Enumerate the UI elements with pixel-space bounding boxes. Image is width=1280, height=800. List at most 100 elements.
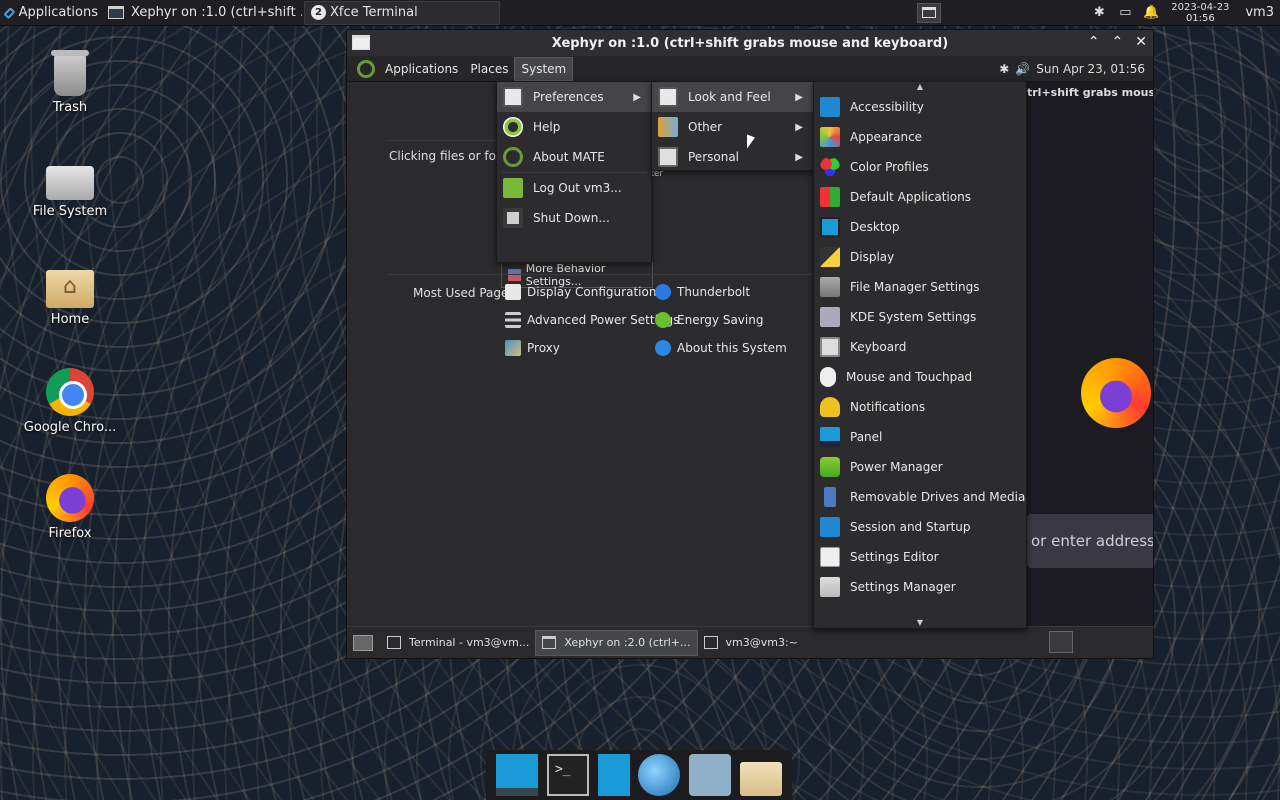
show-desktop-icon[interactable] bbox=[353, 634, 373, 651]
window-titlebar[interactable]: Xephyr on :1.0 (ctrl+shift grabs mouse a… bbox=[347, 30, 1153, 56]
menu-item-label: Mouse and Touchpad bbox=[846, 370, 973, 384]
taskbar-item-shell[interactable]: vm3@vm3:~ bbox=[698, 630, 804, 656]
link-energy-saving[interactable]: Energy Saving bbox=[655, 312, 763, 328]
top-panel: Applications Xephyr on :1.0 (ctrl+shift … bbox=[0, 0, 1280, 26]
desktop-icon-label: Home bbox=[50, 312, 90, 327]
logout-icon bbox=[503, 178, 523, 198]
menu-item-keyboard[interactable]: Keyboard bbox=[814, 332, 1026, 362]
menu-item-preferences[interactable]: Preferences ▶ bbox=[497, 82, 651, 112]
menu-item-label: Personal bbox=[688, 150, 740, 164]
settings-manager-icon bbox=[820, 577, 840, 597]
menu-item-other[interactable]: Other ▶ bbox=[652, 112, 813, 142]
menu-item-mouse-and-touchpad[interactable]: Mouse and Touchpad bbox=[814, 362, 1026, 392]
desktop-icon-home[interactable]: Home bbox=[20, 264, 120, 327]
taskbar-item-xephyr[interactable]: Xephyr on :1.0 (ctrl+shift ... bbox=[102, 1, 302, 25]
menu-item-look-and-feel[interactable]: Look and Feel ▶ bbox=[652, 82, 813, 112]
menu-item-settings-editor[interactable]: Settings Editor bbox=[814, 542, 1026, 572]
maximize-icon[interactable]: ⌃ bbox=[1112, 34, 1124, 50]
menu-item-label: Panel bbox=[850, 430, 883, 444]
desktop-icon-trash[interactable]: Trash bbox=[20, 50, 120, 115]
menu-item-power-manager[interactable]: Power Manager bbox=[814, 452, 1026, 482]
applications-menu-button[interactable]: Applications bbox=[0, 0, 102, 26]
chevron-right-icon: ▶ bbox=[633, 91, 641, 103]
menu-item-help[interactable]: Help bbox=[497, 112, 651, 142]
address-bar[interactable]: or enter address bbox=[1027, 514, 1153, 568]
taskbar-item-terminal[interactable]: Terminal - vm3@vm... bbox=[381, 630, 535, 656]
menu-item-session-and-startup[interactable]: Session and Startup bbox=[814, 512, 1026, 542]
window-title: Xephyr on :1.0 (ctrl+shift grabs mouse a… bbox=[551, 35, 949, 51]
link-label: About this System bbox=[677, 341, 787, 355]
search-icon[interactable] bbox=[688, 754, 731, 796]
taskbar-item-label: Terminal - vm3@vm... bbox=[409, 636, 530, 649]
minimize-icon[interactable]: ⌃ bbox=[1088, 34, 1100, 50]
menu-item-removable-drives[interactable]: Removable Drives and Media bbox=[814, 482, 1026, 512]
menu-item-display[interactable]: Display bbox=[814, 242, 1026, 272]
window-list-button[interactable] bbox=[1049, 631, 1073, 653]
clock[interactable]: 2023-04-23 01:56 bbox=[1169, 2, 1231, 24]
menu-item-label: Other bbox=[688, 120, 723, 134]
bell-icon[interactable]: 🔔 bbox=[1143, 5, 1159, 21]
menu-item-personal[interactable]: Personal ▶ bbox=[652, 142, 813, 172]
power-manager-icon bbox=[820, 457, 840, 477]
firefox-window-fragment: trl+shift grabs mouse an or enter addres… bbox=[1027, 82, 1153, 630]
files-icon[interactable] bbox=[597, 754, 630, 796]
panel-clock[interactable]: Sun Apr 23, 01:56 bbox=[1036, 62, 1145, 76]
menu-applications[interactable]: Applications bbox=[379, 58, 464, 80]
desktop-icon-file-system[interactable]: File System bbox=[20, 158, 120, 219]
link-advanced-power-settings[interactable]: Advanced Power Settings bbox=[505, 312, 679, 328]
desktop-icon-label: File System bbox=[32, 204, 108, 219]
menu-item-appearance[interactable]: Appearance bbox=[814, 122, 1026, 152]
bee-icon[interactable]: ✱ bbox=[999, 62, 1009, 76]
close-icon[interactable]: ✕ bbox=[1135, 34, 1147, 50]
menu-item-label: About MATE bbox=[533, 150, 605, 164]
terminal-icon[interactable] bbox=[546, 754, 589, 796]
menu-item-log-out[interactable]: Log Out vm3... bbox=[497, 173, 651, 203]
scroll-down-icon[interactable]: ▼ bbox=[814, 618, 1026, 628]
menu-item-color-profiles[interactable]: Color Profiles bbox=[814, 152, 1026, 182]
menu-item-shut-down[interactable]: Shut Down... bbox=[497, 203, 651, 233]
menu-places[interactable]: Places bbox=[464, 58, 514, 80]
menu-item-file-manager-settings[interactable]: File Manager Settings bbox=[814, 272, 1026, 302]
battery-icon[interactable]: ▭ bbox=[1117, 5, 1133, 21]
xfce-logo-icon bbox=[4, 6, 15, 20]
show-desktop-button[interactable] bbox=[917, 2, 942, 23]
keyboard-icon bbox=[820, 337, 840, 357]
menu-item-panel[interactable]: Panel bbox=[814, 422, 1026, 452]
taskbar-item-xephyr[interactable]: Xephyr on :2.0 (ctrl+... bbox=[535, 629, 698, 656]
bee-icon[interactable]: ✱ bbox=[1091, 5, 1107, 21]
link-proxy[interactable]: Proxy bbox=[505, 340, 560, 356]
menu-item-accessibility[interactable]: Accessibility bbox=[814, 92, 1026, 122]
tools-icon bbox=[820, 307, 840, 327]
menu-item-settings-manager[interactable]: Settings Manager bbox=[814, 572, 1026, 602]
taskbar-item-terminal[interactable]: 2 Xfce Terminal bbox=[304, 0, 500, 25]
link-display-configuration[interactable]: Display Configuration bbox=[505, 284, 656, 300]
menu-item-label: Removable Drives and Media bbox=[850, 490, 1026, 504]
monitor-icon bbox=[505, 284, 521, 300]
menu-system[interactable]: System bbox=[514, 56, 574, 81]
code-icon bbox=[820, 547, 840, 567]
link-thunderbolt[interactable]: Thunderbolt bbox=[655, 284, 750, 300]
desktop-icon-label: Google Chro... bbox=[23, 420, 117, 435]
folder-icon[interactable] bbox=[739, 762, 782, 796]
menu-item-notifications[interactable]: Notifications bbox=[814, 392, 1026, 422]
chevron-right-icon: ▶ bbox=[795, 91, 803, 103]
volume-icon[interactable]: 🔊 bbox=[1015, 62, 1030, 76]
terminal-icon bbox=[387, 636, 401, 649]
settings-icon bbox=[508, 269, 521, 281]
menu-item-kde-system-settings[interactable]: KDE System Settings bbox=[814, 302, 1026, 332]
menu-item-label: Keyboard bbox=[850, 340, 907, 354]
panel-icon bbox=[820, 427, 840, 447]
scroll-up-icon[interactable]: ▲ bbox=[814, 82, 1026, 92]
desktop-icon-firefox[interactable]: Firefox bbox=[20, 474, 120, 541]
desktop-icon-chrome[interactable]: Google Chro... bbox=[20, 368, 120, 435]
menu-item-default-applications[interactable]: Default Applications bbox=[814, 182, 1026, 212]
system-tray: ✱ ▭ 🔔 2023-04-23 01:56 vm3 bbox=[1091, 2, 1280, 24]
web-browser-icon[interactable] bbox=[638, 754, 681, 796]
menu-item-label: Color Profiles bbox=[850, 160, 929, 174]
user-menu[interactable]: vm3 bbox=[1245, 5, 1274, 20]
menu-item-about-mate[interactable]: About MATE bbox=[497, 142, 651, 172]
link-about-this-system[interactable]: About this System bbox=[655, 340, 787, 356]
desktop-icon[interactable] bbox=[496, 754, 539, 796]
menu-item-desktop[interactable]: Desktop bbox=[814, 212, 1026, 242]
mate-top-panel: Applications Places System ✱ 🔊 Sun Apr 2… bbox=[347, 56, 1153, 82]
